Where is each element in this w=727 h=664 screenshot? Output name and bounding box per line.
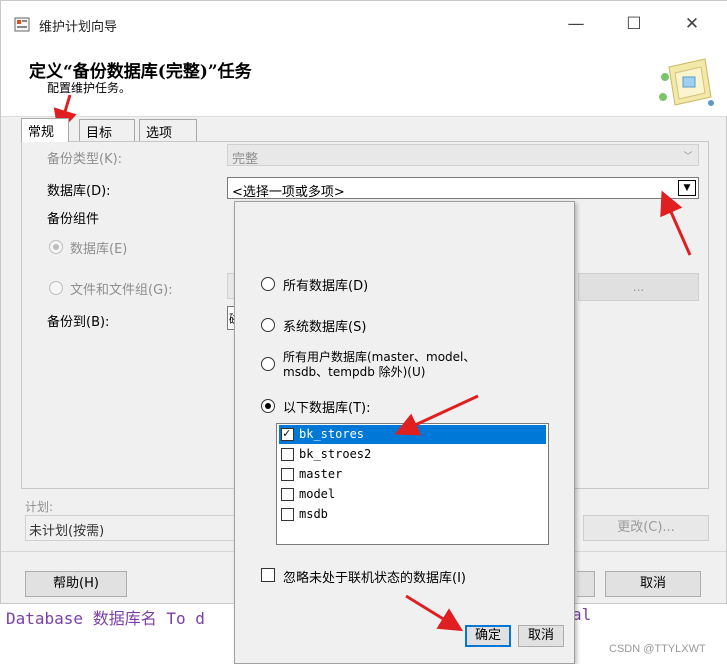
window-title: 维护计划向导 bbox=[39, 20, 118, 35]
maximize-icon: ☐ bbox=[626, 14, 642, 34]
component-database-radio bbox=[49, 240, 63, 254]
wizard-app-icon bbox=[14, 17, 30, 32]
dropdown-arrow-icon[interactable]: ▼ bbox=[678, 180, 696, 196]
list-item-bk-stroes2[interactable]: bk_stroes2 bbox=[279, 445, 546, 464]
chevron-down-icon: ﹀ bbox=[683, 151, 693, 162]
page-subtitle: 配置维护任务。 bbox=[47, 81, 132, 95]
component-database-label: 数据库(E) bbox=[70, 242, 128, 257]
close-button[interactable]: ✕ bbox=[669, 9, 715, 39]
wizard-graphic-icon bbox=[659, 58, 714, 106]
close-icon: ✕ bbox=[684, 14, 700, 34]
backup-type-label: 备份类型(K): bbox=[47, 152, 123, 167]
selected-databases-label[interactable]: 以下数据库(T): bbox=[283, 397, 370, 416]
watermark: CSDN @TTYLXWT bbox=[609, 643, 706, 655]
db-name: msdb bbox=[299, 507, 328, 521]
ignore-offline-label[interactable]: 忽略未处于联机状态的数据库(I) bbox=[283, 567, 466, 586]
backup-type-select: 完整 ﹀ bbox=[227, 144, 699, 167]
list-item-model[interactable]: model bbox=[279, 485, 546, 504]
database-label: 数据库(D): bbox=[47, 184, 111, 199]
database-selection-popup: 所有数据库(D) 系统数据库(S) 所有用户数据库(master、model、 … bbox=[234, 201, 575, 664]
db-name: bk_stores bbox=[299, 427, 365, 441]
title-bar: 维护计划向导 — ☐ ✕ bbox=[1, 1, 727, 47]
all-databases-radio[interactable] bbox=[261, 277, 275, 291]
db-name: master bbox=[299, 467, 343, 481]
schedule-label: 计划: bbox=[25, 500, 54, 514]
list-item-master[interactable]: master bbox=[279, 465, 546, 484]
wizard-header: 定义“备份数据库(完整)”任务 配置维护任务。 bbox=[1, 47, 727, 117]
list-item-msdb[interactable]: msdb bbox=[279, 505, 546, 524]
db-name: model bbox=[299, 487, 336, 501]
schedule-field: 未计划(按需) bbox=[25, 515, 235, 541]
backup-to-label: 备份到(B): bbox=[47, 315, 110, 330]
popup-cancel-button[interactable]: 取消 bbox=[518, 625, 564, 647]
checkbox-msdb[interactable] bbox=[281, 508, 294, 521]
next-button-partial[interactable] bbox=[577, 571, 595, 597]
backup-component-label: 备份组件 bbox=[47, 212, 100, 227]
db-name: bk_stroes2 bbox=[299, 447, 372, 461]
backup-type-value: 完整 bbox=[232, 152, 259, 167]
change-schedule-button: 更改(C)... bbox=[583, 515, 709, 541]
minimize-icon: — bbox=[567, 14, 585, 34]
all-databases-label[interactable]: 所有数据库(D) bbox=[283, 275, 368, 294]
cancel-button[interactable]: 取消 bbox=[605, 571, 701, 597]
component-files-radio bbox=[49, 281, 63, 295]
system-databases-label[interactable]: 系统数据库(S) bbox=[283, 316, 366, 335]
database-select-value: <选择一项或多项> bbox=[232, 185, 345, 200]
tab-options[interactable]: 选项 bbox=[139, 119, 197, 141]
help-button[interactable]: 帮助(H) bbox=[25, 571, 127, 597]
checkbox-model[interactable] bbox=[281, 488, 294, 501]
minimize-button[interactable]: — bbox=[553, 9, 599, 39]
tab-destination[interactable]: 目标 bbox=[79, 119, 135, 141]
code-text-left: Database 数据库名 To d bbox=[6, 609, 205, 628]
list-item-bk-stores[interactable]: bk_stores bbox=[279, 425, 546, 444]
component-files-label: 文件和文件组(G): bbox=[70, 283, 173, 298]
selected-databases-radio[interactable] bbox=[261, 399, 275, 413]
database-list[interactable]: bk_stores bk_stroes2 master model msdb bbox=[276, 423, 549, 545]
tab-general[interactable]: 常规 bbox=[21, 118, 69, 142]
browse-files-button: ... bbox=[578, 273, 699, 301]
database-select[interactable]: <选择一项或多项> ▼ bbox=[227, 177, 699, 200]
checkbox-bk-stores[interactable] bbox=[281, 426, 294, 441]
checkbox-bk-stroes2[interactable] bbox=[281, 448, 294, 461]
ok-button[interactable]: 确定 bbox=[465, 625, 511, 647]
system-databases-radio[interactable] bbox=[261, 318, 275, 332]
user-databases-radio[interactable] bbox=[261, 357, 275, 371]
maximize-button[interactable]: ☐ bbox=[611, 9, 657, 39]
ignore-offline-checkbox[interactable] bbox=[261, 568, 275, 582]
checkbox-master[interactable] bbox=[281, 468, 294, 481]
user-databases-label-line2[interactable]: msdb、tempdb 除外)(U) bbox=[283, 363, 425, 380]
